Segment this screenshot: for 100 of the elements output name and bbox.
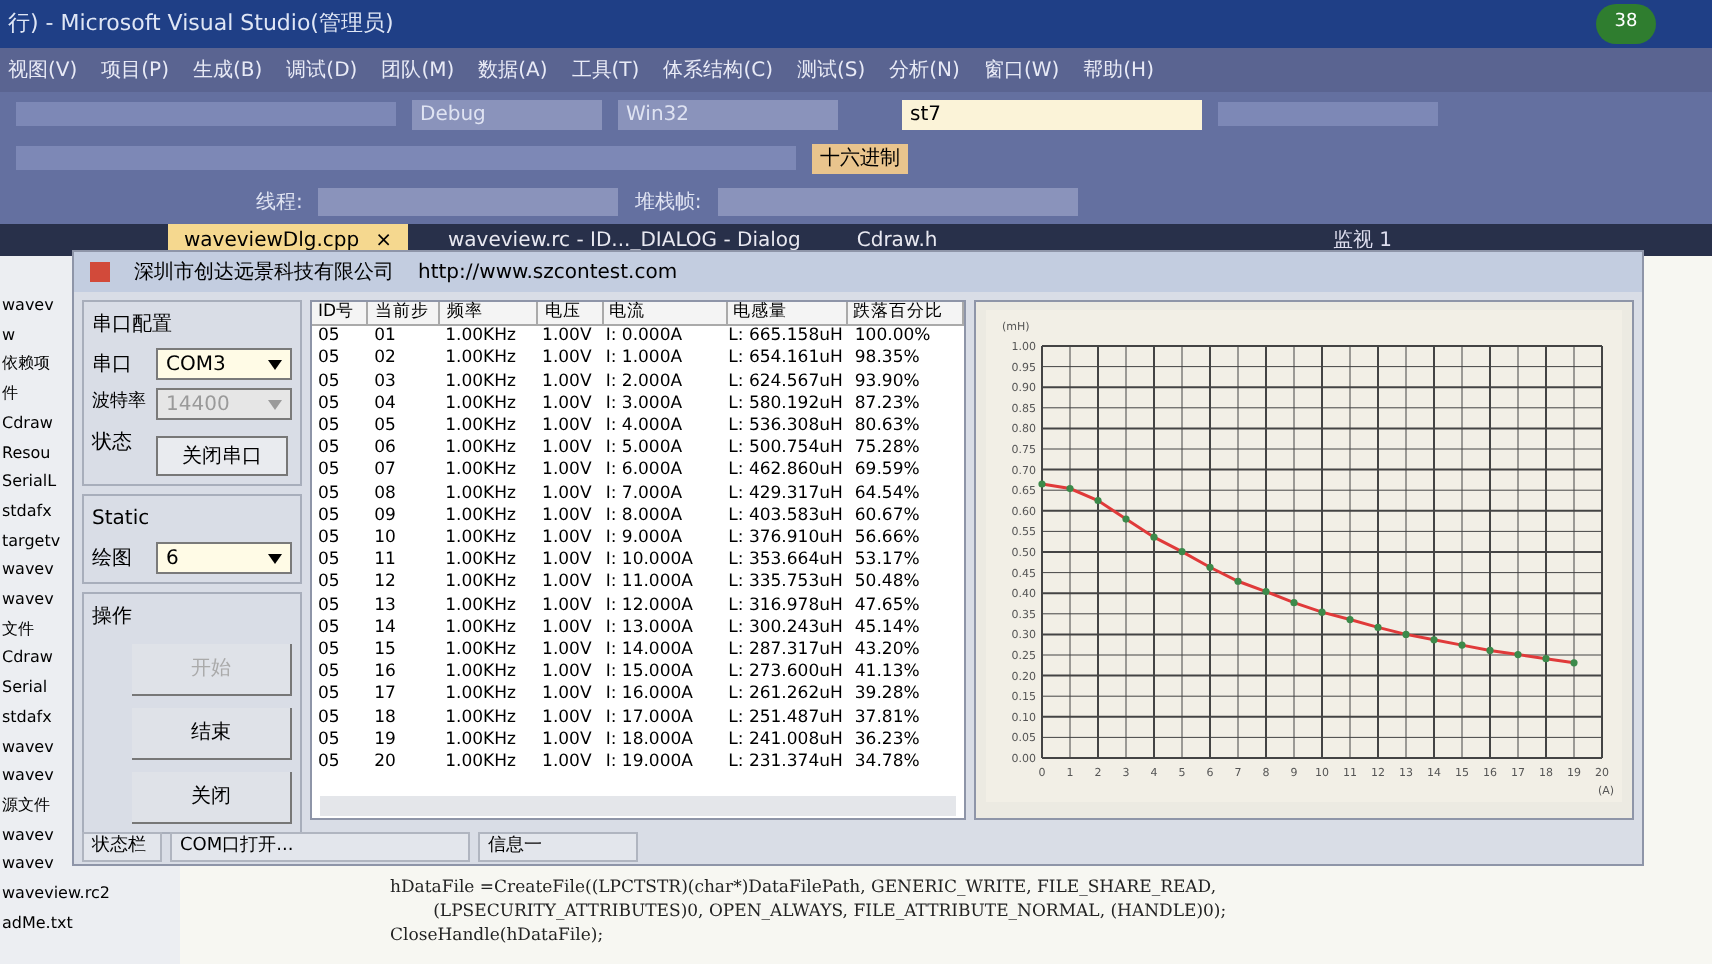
data-point bbox=[1374, 623, 1382, 631]
table-cell-text: 1.00V bbox=[540, 752, 594, 775]
table-cell-text: 05 bbox=[316, 371, 342, 394]
table-cell-text: I: 1.000A bbox=[603, 348, 685, 372]
table-cell-text: 06 bbox=[372, 438, 398, 461]
table-cell-text: 1.00KHz bbox=[443, 393, 518, 417]
menu-item[interactable]: 生成(B) bbox=[193, 55, 263, 85]
close-port-button[interactable]: 关闭串口 bbox=[156, 436, 288, 476]
action-button[interactable]: 结束 bbox=[132, 708, 292, 760]
table-cell-text: 11 bbox=[372, 550, 398, 573]
table-cell-text: 1.00KHz bbox=[443, 572, 518, 596]
column-header[interactable]: 电流 bbox=[603, 302, 728, 325]
stack-field[interactable] bbox=[717, 188, 1078, 216]
table-cell-text: 56.66% bbox=[852, 528, 922, 551]
data-point bbox=[1066, 484, 1074, 493]
column-header[interactable]: 当前步 bbox=[368, 302, 441, 325]
document-tab[interactable]: waveview.rc - ID..._DIALOG - Dialog bbox=[432, 224, 817, 256]
table-cell-text: 1.00V bbox=[540, 640, 594, 663]
table-cell-text: 05 bbox=[316, 752, 342, 775]
table-cell-text: 05 bbox=[316, 348, 342, 372]
table-cell-text: 05 bbox=[316, 505, 342, 529]
menu-item[interactable]: 数据(A) bbox=[478, 55, 548, 85]
table-cell-text: L: 536.308uH bbox=[726, 416, 845, 439]
tree-item[interactable]: waveview.rc2 bbox=[2, 880, 180, 910]
table-cell-text: 1.00KHz bbox=[443, 505, 518, 529]
data-point bbox=[1178, 548, 1186, 556]
table-cell-text: I: 7.000A bbox=[603, 483, 685, 506]
code-line: CloseHandle(hDataFile); bbox=[390, 924, 606, 948]
thread-field[interactable] bbox=[318, 188, 619, 216]
table-cell-text: 64.54% bbox=[852, 483, 922, 506]
table-cell-text: 1.00V bbox=[540, 684, 594, 708]
table-cell-text: L: 241.008uH bbox=[726, 729, 845, 753]
table-cell-text: 1.00KHz bbox=[443, 684, 518, 708]
table-cell-text: I: 5.000A bbox=[603, 438, 685, 461]
table-cell-text: 1.00KHz bbox=[443, 326, 518, 349]
table-cell-text: 20 bbox=[372, 752, 398, 775]
data-point bbox=[1094, 496, 1102, 505]
data-point bbox=[1402, 630, 1410, 638]
horizontal-scrollbar[interactable] bbox=[320, 796, 956, 816]
menu-item[interactable]: 调试(D) bbox=[286, 55, 358, 85]
table-cell-text: 93.90% bbox=[852, 371, 922, 394]
table-cell-text: L: 335.753uH bbox=[726, 572, 845, 596]
table-cell-text: I: 12.000A bbox=[603, 595, 695, 618]
table-cell-text: 1.00V bbox=[540, 460, 594, 484]
status-bar-pane: 状态栏 bbox=[82, 831, 162, 861]
action-button[interactable]: 关闭 bbox=[132, 772, 292, 824]
menu-item[interactable]: 团队(M) bbox=[381, 55, 455, 85]
document-tab[interactable]: Cdraw.h bbox=[840, 224, 954, 256]
data-point bbox=[1206, 563, 1214, 571]
column-header[interactable]: ID号 bbox=[312, 302, 369, 325]
table-cell-text: I: 3.000A bbox=[603, 393, 685, 417]
table-cell-text: 1.00V bbox=[540, 483, 594, 506]
table-cell-text: 1.00V bbox=[540, 326, 594, 349]
data-point bbox=[1458, 641, 1466, 649]
data-point bbox=[1514, 651, 1522, 659]
data-point bbox=[1430, 636, 1438, 644]
close-icon[interactable]: × bbox=[375, 225, 392, 255]
stack-label: 堆栈帧: bbox=[634, 189, 702, 217]
table-cell-text: 05 bbox=[316, 326, 342, 349]
table-cell-text: 05 bbox=[316, 707, 342, 730]
table-cell-text: L: 287.317uH bbox=[726, 640, 845, 663]
table-cell-text: 80.63% bbox=[852, 416, 922, 439]
table-cell-text: 17 bbox=[372, 684, 398, 708]
dialog-title: 深圳市创达远景科技有限公司 bbox=[134, 259, 394, 287]
menu-item[interactable]: 体系结构(C) bbox=[663, 55, 773, 85]
table-cell-text: 1.00V bbox=[540, 729, 594, 753]
menu-item[interactable]: 项目(P) bbox=[101, 55, 169, 85]
table-cell-text: L: 654.161uH bbox=[726, 348, 845, 372]
table-cell-text: 1.00KHz bbox=[443, 595, 518, 618]
watch-panel-title: 监视 1 bbox=[1332, 227, 1392, 256]
table-cell-text: L: 300.243uH bbox=[726, 617, 845, 641]
table-cell-text: I: 8.000A bbox=[603, 505, 685, 529]
table-cell-text: 14 bbox=[372, 617, 398, 641]
plot-dropdown[interactable]: 6 bbox=[156, 542, 292, 574]
plot-label: 绘图 bbox=[92, 545, 134, 573]
menu-item[interactable]: 视图(V) bbox=[8, 55, 78, 85]
menu-item[interactable]: 帮助(H) bbox=[1083, 55, 1154, 85]
menu-item[interactable]: 分析(N) bbox=[889, 55, 960, 85]
table-cell-text: L: 624.567uH bbox=[726, 371, 845, 394]
table-cell-text: I: 10.000A bbox=[603, 550, 695, 573]
table-cell-text: 05 bbox=[316, 416, 342, 439]
port-dropdown[interactable]: COM3 bbox=[156, 348, 292, 380]
column-header[interactable]: 电压 bbox=[538, 302, 604, 325]
table-cell-text: I: 14.000A bbox=[603, 640, 695, 663]
menu-item[interactable]: 工具(T) bbox=[571, 55, 640, 85]
target-dropdown[interactable]: st7 bbox=[902, 99, 1202, 129]
tree-item[interactable]: adMe.txt bbox=[2, 909, 180, 939]
menu-item[interactable]: 测试(S) bbox=[797, 55, 866, 85]
column-header[interactable]: 跌落百分比 bbox=[847, 302, 964, 325]
column-header[interactable]: 电感量 bbox=[727, 302, 848, 325]
hex-button[interactable]: 十六进制 bbox=[812, 143, 908, 173]
table-cell-text: 1.00KHz bbox=[443, 416, 518, 439]
column-header[interactable]: 频率 bbox=[440, 302, 539, 325]
menu-item[interactable]: 窗口(W) bbox=[983, 55, 1060, 85]
table-cell-text: L: 403.583uH bbox=[726, 505, 845, 529]
table-cell-text: 05 bbox=[316, 617, 342, 641]
group-title: 串口配置 bbox=[92, 311, 174, 340]
table-cell-text: 05 bbox=[316, 438, 342, 461]
table-cell-text: L: 261.262uH bbox=[726, 684, 845, 708]
table-cell-text: L: 429.317uH bbox=[726, 483, 845, 506]
